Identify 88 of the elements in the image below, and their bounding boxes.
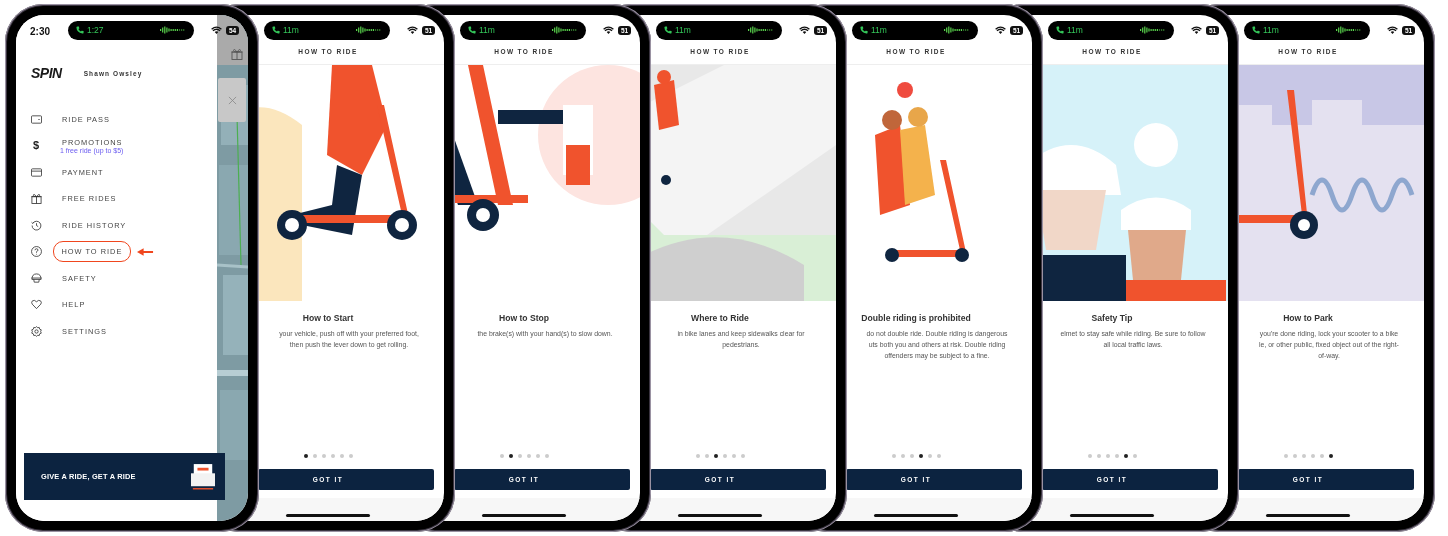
call-timer: 11m <box>1263 25 1280 35</box>
page-dot[interactable] <box>535 454 540 458</box>
waveform-icon <box>160 26 186 34</box>
brand-logo: SPIN <box>31 65 62 81</box>
call-timer: 11m <box>283 25 300 35</box>
waveform-icon <box>1336 26 1362 34</box>
phone-icon <box>1252 26 1260 34</box>
call-timer: 11m <box>871 25 888 35</box>
page-dot[interactable] <box>544 454 549 458</box>
dollar-icon: $ <box>31 140 40 152</box>
heart-icon <box>31 299 42 311</box>
page-dot[interactable] <box>526 454 531 458</box>
page-dot[interactable] <box>695 454 700 458</box>
waveform-icon <box>748 26 774 34</box>
call-pill[interactable]: 11m <box>460 20 586 40</box>
waveform-icon <box>356 26 382 34</box>
page-dot[interactable] <box>508 454 513 458</box>
call-pill[interactable]: 11m <box>1048 20 1174 40</box>
page-dot[interactable] <box>348 454 353 458</box>
page-dot[interactable] <box>321 454 326 458</box>
page-dot[interactable] <box>909 454 914 458</box>
page-dot[interactable] <box>891 454 896 458</box>
call-timer: 1:27 <box>87 25 105 35</box>
history-icon <box>31 219 42 231</box>
page-dot[interactable] <box>713 454 718 458</box>
page-dot[interactable] <box>1310 454 1315 458</box>
wifi-icon <box>603 26 614 34</box>
envelope-icon <box>191 463 215 490</box>
waveform-icon <box>944 26 970 34</box>
call-pill[interactable]: 11m <box>656 20 782 40</box>
wifi-icon <box>995 26 1006 34</box>
wallet-icon <box>31 113 42 125</box>
wifi-icon <box>1387 26 1398 34</box>
slide-title: How to Start <box>301 313 355 323</box>
page-dot[interactable] <box>740 454 745 458</box>
slide-title: How to Park <box>1282 313 1334 323</box>
phone-icon <box>1056 26 1064 34</box>
waveform-icon <box>1140 26 1166 34</box>
wifi-icon <box>1191 26 1202 34</box>
page-dot[interactable] <box>517 454 522 458</box>
phone-icon <box>76 26 84 34</box>
phone-icon <box>272 26 280 34</box>
page-dot[interactable] <box>1283 454 1288 458</box>
page-dot[interactable] <box>1319 454 1324 458</box>
call-pill[interactable]: 11m <box>852 20 978 40</box>
call-pill[interactable]: 11m <box>1244 20 1370 40</box>
call-timer: 11m <box>1067 25 1084 35</box>
page-dot[interactable] <box>918 454 923 458</box>
page-dot[interactable] <box>499 454 504 458</box>
page-dot[interactable] <box>330 454 335 458</box>
slide-title: How to Stop <box>497 313 551 323</box>
wifi-icon <box>799 26 810 34</box>
page-dot[interactable] <box>303 454 308 458</box>
phone-icon <box>468 26 476 34</box>
page-dot[interactable] <box>1105 454 1110 458</box>
page-dot[interactable] <box>1132 454 1137 458</box>
pointer-arrow <box>137 247 155 256</box>
question-icon <box>31 246 42 258</box>
page-dot[interactable] <box>1087 454 1092 458</box>
phone-icon <box>664 26 672 34</box>
slide-title: Safety Tip <box>1090 313 1134 323</box>
gift-icon <box>31 193 42 205</box>
page-dot[interactable] <box>1123 454 1128 458</box>
slide-title: Double riding is prohibited <box>860 313 972 323</box>
call-pill[interactable]: 11m <box>264 20 390 40</box>
page-dot[interactable] <box>936 454 941 458</box>
page-dot[interactable] <box>1328 454 1333 458</box>
page-dot[interactable] <box>1114 454 1119 458</box>
page-dot[interactable] <box>704 454 709 458</box>
gear-icon <box>31 325 42 337</box>
slide-title: Where to Ride <box>690 313 750 323</box>
page-dot[interactable] <box>722 454 727 458</box>
phone-icon <box>860 26 868 34</box>
page-dot[interactable] <box>927 454 932 458</box>
page-dot[interactable] <box>312 454 317 458</box>
call-timer: 11m <box>675 25 692 35</box>
page-dot[interactable] <box>1301 454 1306 458</box>
page-dot[interactable] <box>1292 454 1297 458</box>
page-dot[interactable] <box>339 454 344 458</box>
page-dot[interactable] <box>900 454 905 458</box>
helmet-icon <box>31 272 42 284</box>
wifi-icon <box>407 26 418 34</box>
call-timer: 11m <box>479 25 496 35</box>
page-dot[interactable] <box>731 454 736 458</box>
waveform-icon <box>552 26 578 34</box>
page-dot[interactable] <box>1096 454 1101 458</box>
card-icon <box>31 166 42 178</box>
status-time: 2:30 <box>30 26 50 37</box>
